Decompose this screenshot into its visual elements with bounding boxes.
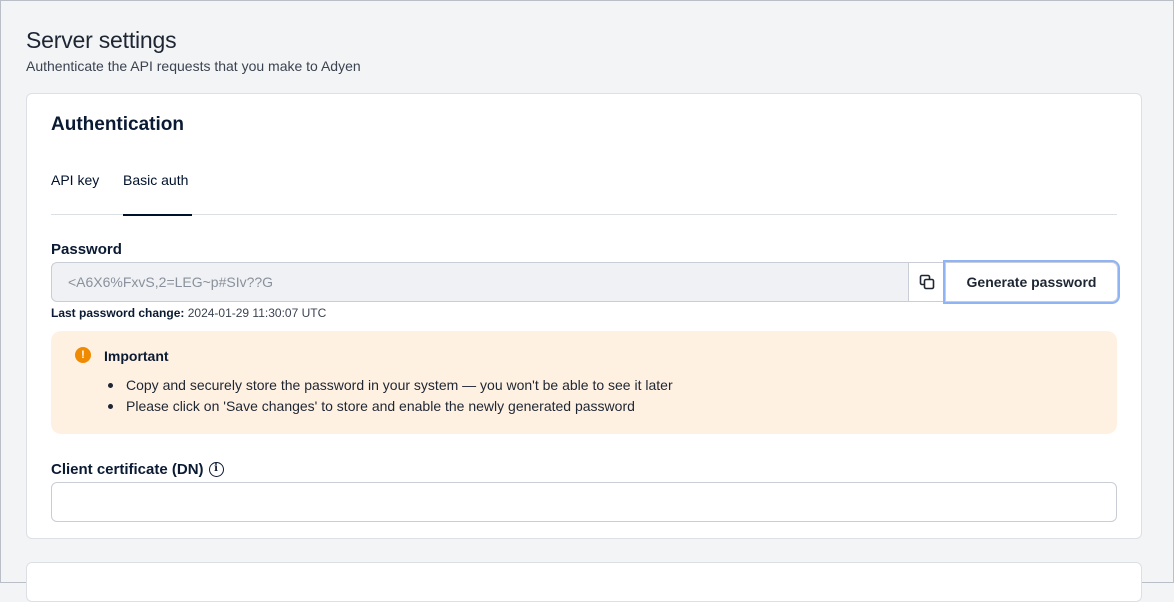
client-certificate-label-text: Client certificate (DN) — [51, 461, 204, 478]
page-subtitle: Authenticate the API requests that you m… — [26, 58, 361, 74]
active-tab-indicator — [123, 214, 192, 216]
tab-label: Basic auth — [123, 172, 189, 188]
alert-list: Copy and securely store the password in … — [108, 375, 673, 417]
tab-api-key[interactable]: API key — [51, 172, 99, 215]
tab-label: API key — [51, 172, 100, 188]
generate-password-button[interactable]: Generate password — [945, 262, 1118, 302]
info-icon[interactable]: i — [208, 462, 224, 477]
warning-icon: ! — [75, 347, 91, 363]
copy-icon — [919, 274, 935, 290]
list-item: Please click on 'Save changes' to store … — [108, 396, 673, 417]
client-certificate-label: Client certificate (DN) i — [51, 461, 224, 478]
last-password-change: Last password change: 2024-01-29 11:30:0… — [51, 306, 326, 320]
tab-basic-auth[interactable]: Basic auth — [123, 172, 192, 216]
card-title: Authentication — [51, 114, 184, 135]
app-frame: Server settings Authenticate the API req… — [0, 0, 1174, 602]
alert-title: Important — [104, 348, 169, 364]
client-certificate-input[interactable] — [51, 482, 1117, 522]
copy-password-button[interactable] — [908, 262, 946, 302]
important-alert: ! Important Copy and securely store the … — [51, 331, 1117, 434]
auth-tabs: API key Basic auth — [51, 164, 1117, 216]
last-change-key: Last password change: — [51, 306, 185, 320]
list-item: Copy and securely store the password in … — [108, 375, 673, 396]
password-row: <A6X6%FxvS,2=LEG~p#SIv??G Generate passw… — [51, 262, 1119, 303]
authentication-card: Authentication API key Basic auth Passwo… — [26, 93, 1142, 539]
password-field[interactable]: <A6X6%FxvS,2=LEG~p#SIv??G — [51, 262, 909, 302]
page-title: Server settings — [26, 27, 177, 53]
password-label: Password — [51, 241, 122, 258]
next-section-card — [26, 562, 1142, 602]
last-change-value: 2024-01-29 11:30:07 UTC — [187, 306, 327, 320]
